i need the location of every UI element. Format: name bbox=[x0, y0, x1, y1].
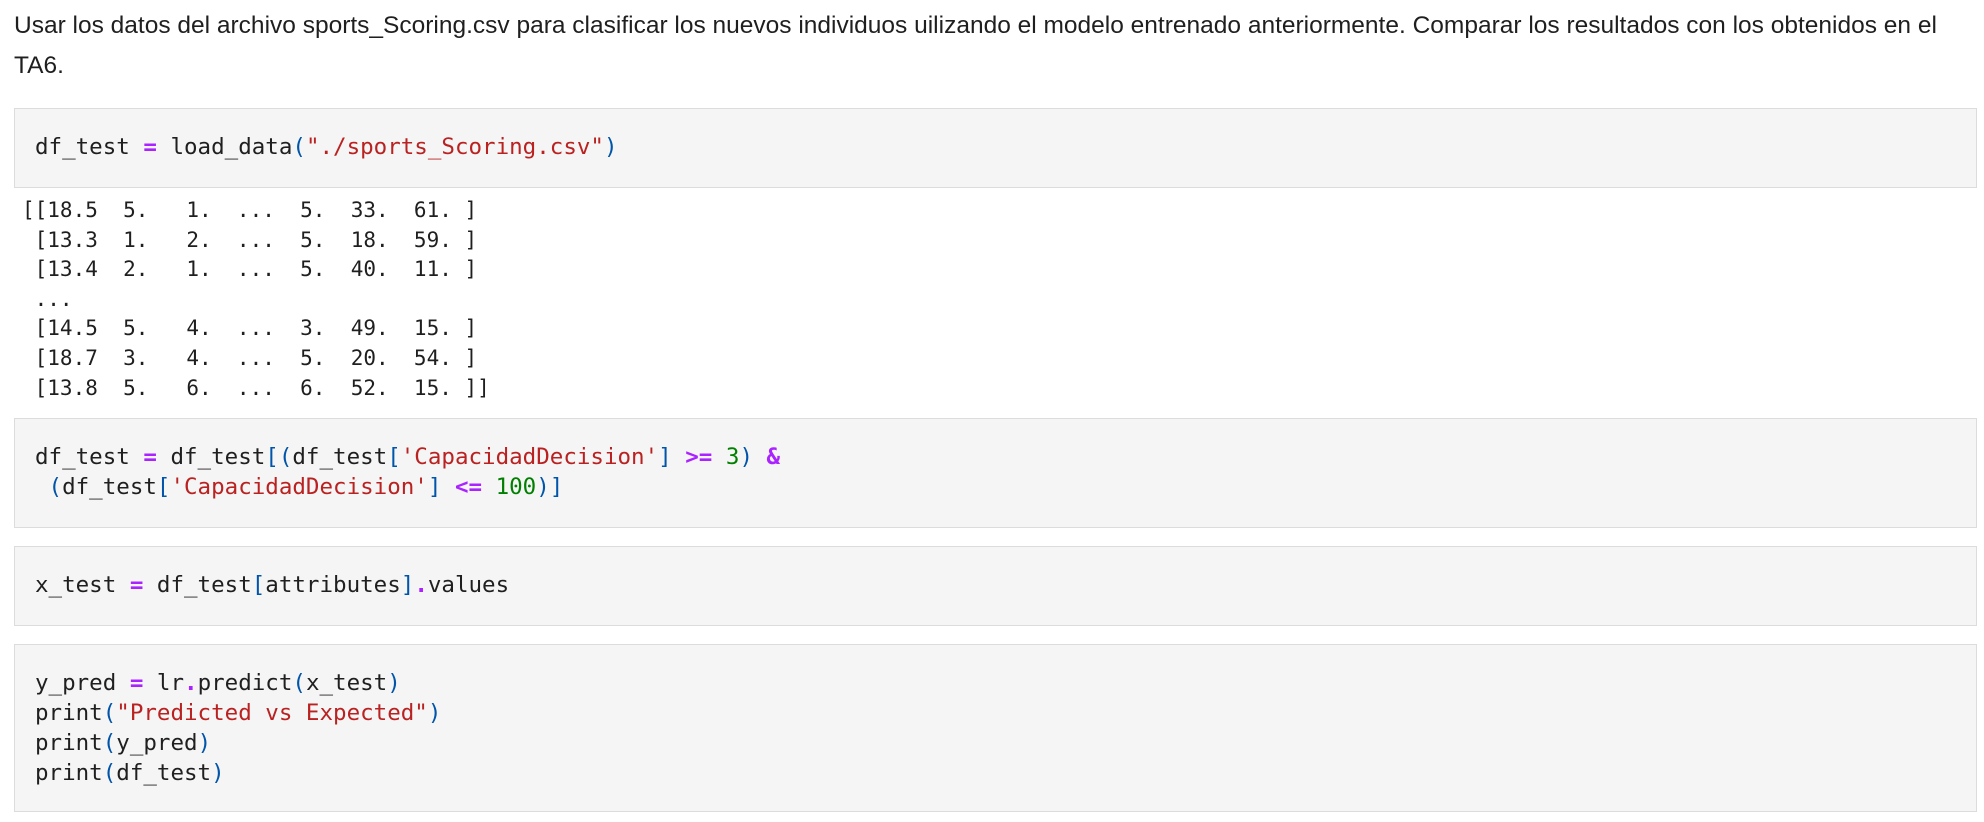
output-line: ... bbox=[22, 286, 73, 311]
cell-output-array: [[18.5 5. 1. ... 5. 33. 61. ] [13.3 1. 2… bbox=[22, 196, 490, 403]
markdown-instructions: Usar los datos del archivo sports_Scorin… bbox=[14, 12, 1937, 79]
output-line: [18.7 3. 4. ... 5. 20. 54. ] bbox=[22, 345, 478, 370]
code-line: (df_test['CapacidadDecision'] <= 100)] bbox=[35, 474, 564, 500]
code-line: print(y_pred) bbox=[35, 730, 212, 756]
code-cell-x-test[interactable]: x_test = df_test[attributes].values bbox=[14, 546, 1977, 626]
code-cell-filter[interactable]: df_test = df_test[(df_test['CapacidadDec… bbox=[14, 418, 1977, 528]
output-line: [14.5 5. 4. ... 3. 49. 15. ] bbox=[22, 316, 478, 341]
code-line: df_test = df_test[(df_test['CapacidadDec… bbox=[35, 444, 781, 470]
output-line: [13.8 5. 6. ... 6. 52. 15. ]] bbox=[22, 375, 490, 400]
output-line: [13.3 1. 2. ... 5. 18. 59. ] bbox=[22, 227, 478, 252]
code-line: print(df_test) bbox=[35, 760, 225, 786]
code-cell-load-data[interactable]: df_test = load_data("./sports_Scoring.cs… bbox=[14, 108, 1977, 188]
code-cell-predict[interactable]: y_pred = lr.predict(x_test) print("Predi… bbox=[14, 644, 1977, 812]
code-line: x_test = df_test[attributes].values bbox=[35, 572, 510, 598]
output-line: [[18.5 5. 1. ... 5. 33. 61. ] bbox=[22, 198, 478, 222]
output-line: [13.4 2. 1. ... 5. 40. 11. ] bbox=[22, 257, 478, 282]
code-line: print("Predicted vs Expected") bbox=[35, 700, 442, 726]
code-line: df_test = load_data("./sports_Scoring.cs… bbox=[35, 134, 618, 160]
code-line: y_pred = lr.predict(x_test) bbox=[35, 670, 401, 696]
